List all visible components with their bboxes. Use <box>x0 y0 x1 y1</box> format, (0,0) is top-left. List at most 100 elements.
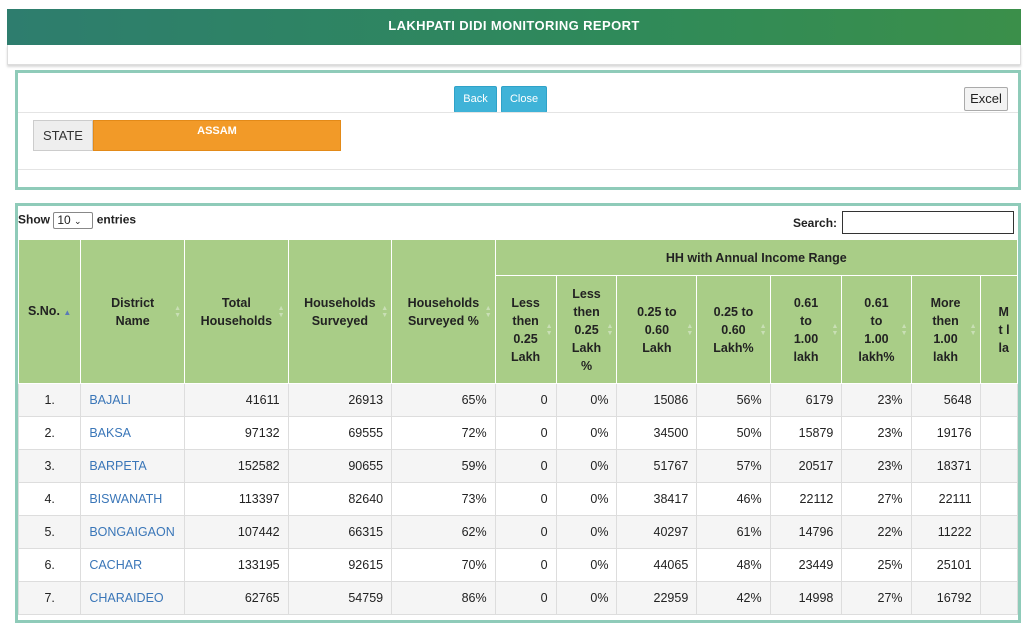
cell-r061-100-pct: 27% <box>841 581 912 615</box>
col-r025-060-pct[interactable]: 0.25 to 0.60 Lakh% ▲ ▼ <box>696 275 771 384</box>
district-link[interactable]: CACHAR <box>89 558 142 572</box>
col-gt100-pct[interactable]: M t l la <box>979 275 1018 384</box>
cell-r025-060-pct: 56% <box>696 383 771 417</box>
sort-icon: ▲ ▼ <box>545 322 553 337</box>
cell-surveyed: 66315 <box>287 515 393 549</box>
cell-surveyed: 69555 <box>287 416 393 450</box>
divider <box>18 112 1018 113</box>
cell-r025-060: 34500 <box>616 416 698 450</box>
cell-gt100-pct <box>979 515 1018 549</box>
col-lt025-label: Less then 0.25 Lakh <box>511 295 541 364</box>
col-sno[interactable]: S.No. ▲ <box>18 239 82 384</box>
report-table-panel: Show 10 ⌄ entries Search: S.No. ▲ Distri… <box>15 203 1021 623</box>
cell-gt100: 16792 <box>910 581 981 615</box>
table-row: 7. CHARAIDEO 62765 54759 86% 0 0% 22959 42% 14998… <box>18 581 1018 615</box>
cell-total: 133195 <box>184 548 289 582</box>
cell-surveyed: 92615 <box>287 548 393 582</box>
cell-r025-060-pct: 61% <box>696 515 771 549</box>
report-title-bar: LAKHPATI DIDI MONITORING REPORT <box>7 9 1021 45</box>
district-link[interactable]: CHARAIDEO <box>89 591 163 605</box>
cell-r061-100: 15879 <box>769 416 843 450</box>
cell-r061-100-pct: 23% <box>841 416 912 450</box>
filter-panel: Back Close Excel STATE ASSAM <box>15 70 1021 190</box>
col-lt025-pct[interactable]: Less then 0.25 Lakh % ▲ ▼ <box>555 275 618 384</box>
cell-surveyed-pct: 72% <box>391 416 496 450</box>
cell-r025-060-pct: 50% <box>696 416 771 450</box>
col-lt025-pct-label: Less then 0.25 Lakh % <box>571 286 602 373</box>
district-link[interactable]: BARPETA <box>89 459 146 473</box>
district-link[interactable]: BAKSA <box>89 426 131 440</box>
cell-gt100-pct <box>979 449 1018 483</box>
cell-district: BAJALI <box>80 383 186 417</box>
cell-r061-100-pct: 25% <box>841 548 912 582</box>
sort-icon: ▲ ▼ <box>759 322 767 337</box>
col-gt100[interactable]: More then 1.00 lakh ▲ ▼ <box>910 275 981 384</box>
table-row: 1. BAJALI 41611 26913 65% 0 0% 15086 56% 6179 23% 5… <box>18 383 1018 417</box>
cell-lt025: 0 <box>494 383 557 417</box>
cell-district: BAKSA <box>80 416 186 450</box>
col-r061-100-pct-label: 0.61 to 1.00 lakh% <box>858 295 895 364</box>
cell-r025-060-pct: 46% <box>696 482 771 516</box>
col-r061-100-pct[interactable]: 0.61 to 1.00 lakh% ▲ ▼ <box>841 275 912 384</box>
cell-district: CACHAR <box>80 548 186 582</box>
cell-gt100: 19176 <box>910 416 981 450</box>
cell-lt025-pct: 0% <box>555 482 618 516</box>
district-link[interactable]: BAJALI <box>89 393 131 407</box>
cell-lt025: 0 <box>494 416 557 450</box>
entries-select[interactable]: 10 ⌄ <box>53 212 94 229</box>
search-input[interactable] <box>842 211 1014 234</box>
cell-surveyed-pct: 62% <box>391 515 496 549</box>
back-button[interactable]: Back <box>454 86 497 113</box>
cell-r025-060-pct: 42% <box>696 581 771 615</box>
col-sno-label: S.No. <box>27 303 60 318</box>
cell-district: BISWANATH <box>80 482 186 516</box>
district-report-table: S.No. ▲ District Name ▲ ▼ Total Households… <box>18 239 1018 615</box>
col-r061-100[interactable]: 0.61 to 1.00 lakh ▲ ▼ <box>769 275 843 384</box>
col-gt100-pct-label: M t l la <box>998 304 1010 355</box>
col-r025-060[interactable]: 0.25 to 0.60 Lakh ▲ ▼ <box>616 275 698 384</box>
cell-surveyed-pct: 70% <box>391 548 496 582</box>
cell-surveyed: 54759 <box>287 581 393 615</box>
state-value-button[interactable]: ASSAM <box>93 120 341 151</box>
cell-r061-100-pct: 23% <box>841 449 912 483</box>
search-label: Search: <box>793 216 838 230</box>
sort-icon: ▲ ▼ <box>484 304 492 319</box>
close-button[interactable]: Close <box>501 86 547 113</box>
cell-surveyed-pct: 65% <box>391 383 496 417</box>
col-surveyed-label: Households Surveyed <box>304 295 376 328</box>
col-lt025[interactable]: Less then 0.25 Lakh ▲ ▼ <box>494 275 557 384</box>
cell-r025-060: 44065 <box>616 548 698 582</box>
sort-icon: ▲ ▼ <box>969 322 977 337</box>
cell-sno: 4. <box>18 482 82 516</box>
income-range-group-label: HH with Annual Income Range <box>665 250 847 265</box>
cell-lt025-pct: 0% <box>555 548 618 582</box>
cell-r025-060: 51767 <box>616 449 698 483</box>
col-district-label: District Name <box>111 295 155 328</box>
cell-r025-060: 15086 <box>616 383 698 417</box>
cell-r025-060-pct: 57% <box>696 449 771 483</box>
col-district[interactable]: District Name ▲ ▼ <box>80 239 186 384</box>
cell-total: 152582 <box>184 449 289 483</box>
chevron-down-icon: ⌄ <box>74 216 82 226</box>
cell-r025-060-pct: 48% <box>696 548 771 582</box>
cell-r061-100: 6179 <box>769 383 843 417</box>
state-label: STATE <box>33 120 93 151</box>
excel-export-button[interactable]: Excel <box>964 87 1008 111</box>
title-bar-footer <box>7 45 1021 65</box>
cell-lt025: 0 <box>494 548 557 582</box>
district-link[interactable]: BISWANATH <box>89 492 162 506</box>
sort-icon: ▲ ▼ <box>686 322 694 337</box>
cell-gt100: 22111 <box>910 482 981 516</box>
sort-icon: ▲ ▼ <box>900 322 908 337</box>
cell-lt025: 0 <box>494 449 557 483</box>
district-link[interactable]: BONGAIGAON <box>89 525 174 539</box>
col-total[interactable]: Total Households ▲ ▼ <box>184 239 289 384</box>
cell-r061-100-pct: 22% <box>841 515 912 549</box>
col-surveyed-pct[interactable]: Households Surveyed % ▲ ▼ <box>391 239 496 384</box>
cell-sno: 7. <box>18 581 82 615</box>
cell-district: BARPETA <box>80 449 186 483</box>
col-surveyed[interactable]: Households Surveyed ▲ ▼ <box>287 239 393 384</box>
cell-total: 41611 <box>184 383 289 417</box>
cell-r025-060: 40297 <box>616 515 698 549</box>
cell-sno: 1. <box>18 383 82 417</box>
